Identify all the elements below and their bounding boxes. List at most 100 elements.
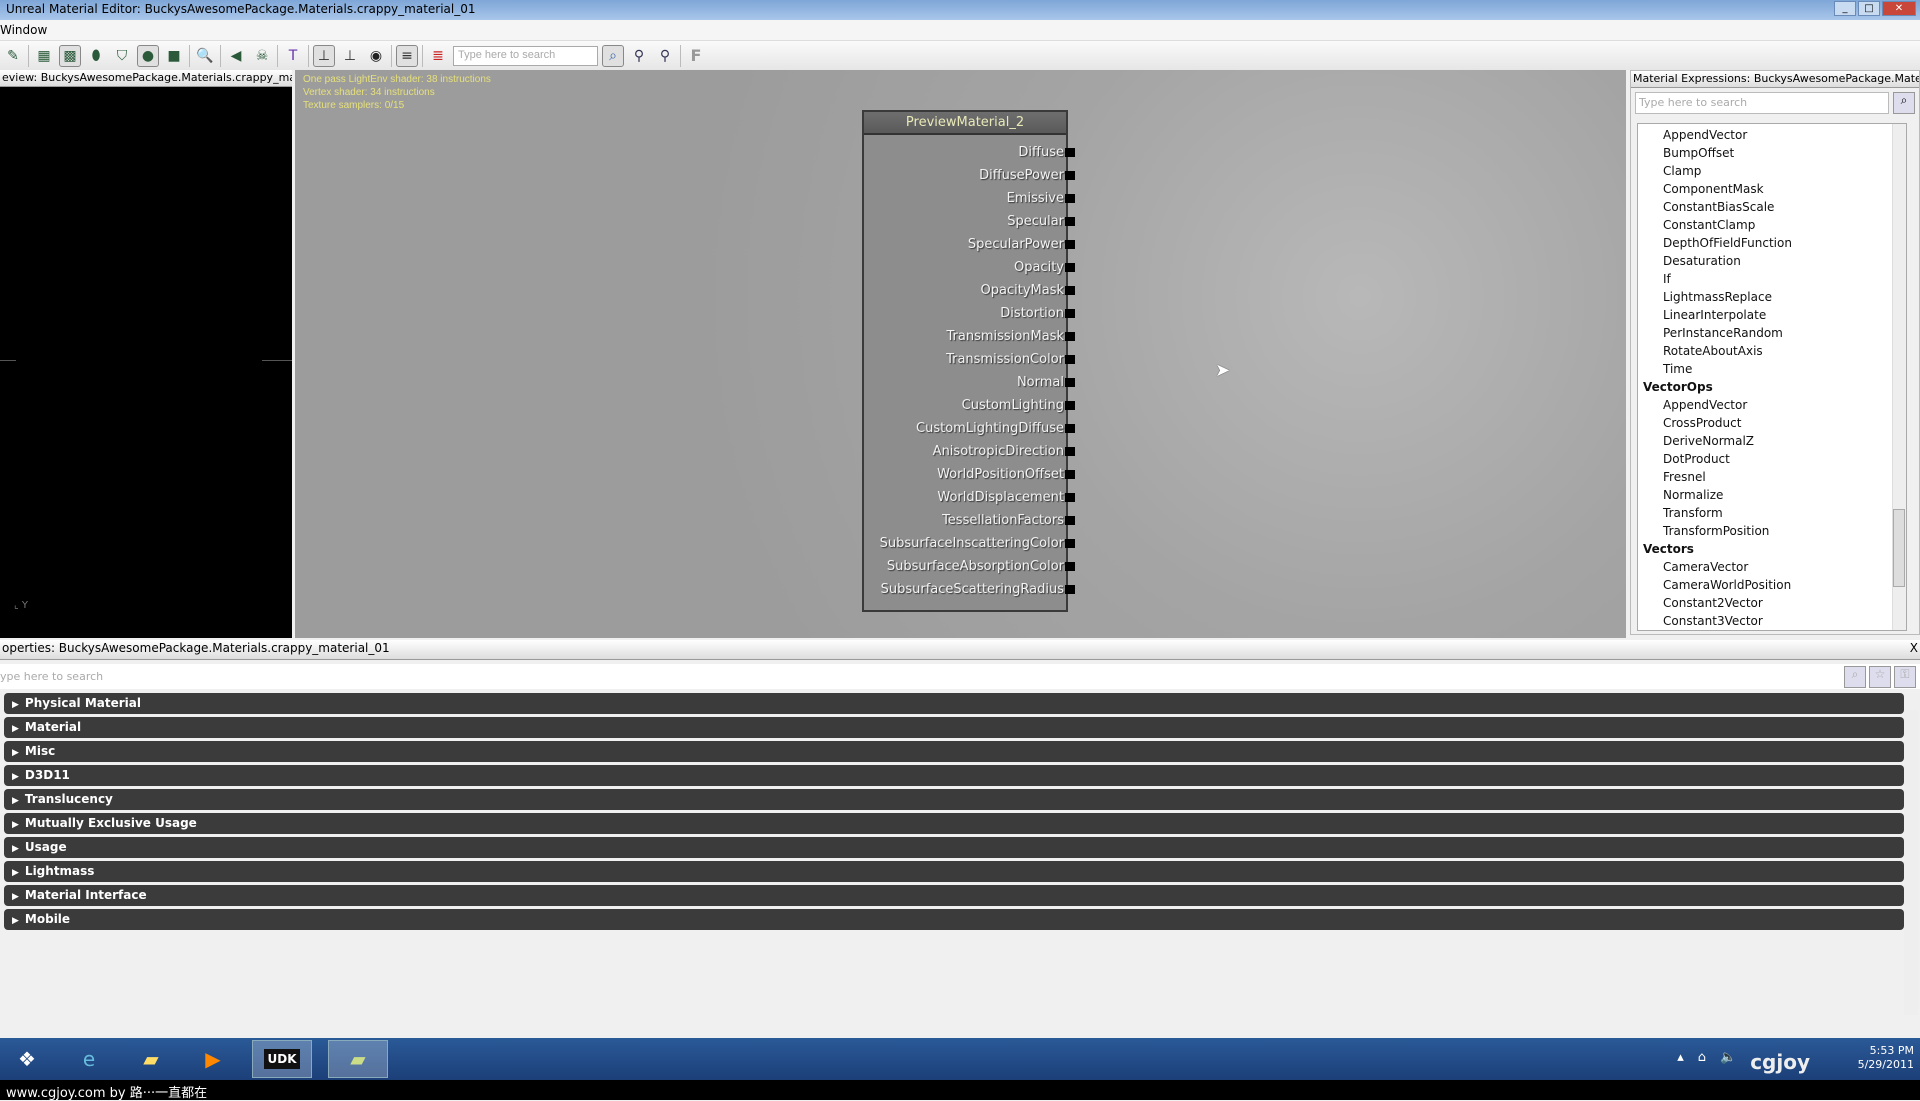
tree-item[interactable]: ConstantBiasScale — [1638, 198, 1906, 216]
input-connector[interactable] — [1065, 286, 1075, 295]
input-connector[interactable] — [1065, 585, 1075, 594]
node-input[interactable]: Emissive — [864, 187, 1075, 210]
volume-icon[interactable]: 🔈 — [1720, 1050, 1736, 1074]
input-connector[interactable] — [1065, 217, 1075, 226]
tree-item[interactable]: DeriveNormalZ — [1638, 432, 1906, 450]
shield-icon[interactable]: ⛉ — [111, 45, 133, 67]
show-hidden-icon[interactable]: ▴ — [1677, 1050, 1684, 1074]
expand-arrow-icon[interactable]: ▶ — [12, 772, 19, 782]
folder-icon[interactable]: ▰ — [128, 1040, 174, 1078]
expressions-tree[interactable]: AppendVector BumpOffset Clamp ComponentMask… — [1637, 123, 1907, 631]
scrollbar[interactable] — [1892, 124, 1906, 630]
property-category[interactable]: ▶ Material — [4, 717, 1904, 738]
expressions-search-input[interactable]: Type here to search — [1635, 92, 1889, 114]
tree-item[interactable]: BumpOffset — [1638, 144, 1906, 162]
search-icon[interactable]: ⌕ — [1893, 92, 1915, 114]
tree-item[interactable]: LinearInterpolate — [1638, 306, 1906, 324]
expand-arrow-icon[interactable]: ▶ — [12, 796, 19, 806]
magnify-icon[interactable]: 🔍 — [194, 45, 216, 67]
toolbar-search-input[interactable]: Type here to search — [453, 45, 598, 66]
node-input[interactable]: Distortion — [864, 302, 1075, 325]
node-input[interactable]: TransmissionMask — [864, 325, 1075, 348]
tree-item[interactable]: RotateAboutAxis — [1638, 342, 1906, 360]
minimize-button[interactable]: _ — [1834, 1, 1856, 16]
input-connector[interactable] — [1065, 401, 1075, 410]
node-input[interactable]: SubsurfaceScatteringRadius — [864, 578, 1075, 601]
node-input[interactable]: SubsurfaceAbsorptionColor — [864, 555, 1075, 578]
input-connector[interactable] — [1065, 447, 1075, 456]
align-icon[interactable]: ≡ — [396, 44, 418, 67]
layout-icon[interactable]: ▦ — [33, 45, 55, 67]
tree-item[interactable]: TransformPosition — [1638, 522, 1906, 540]
close-button[interactable]: ✕ — [1882, 1, 1916, 16]
start-orb-icon[interactable]: ❖ — [4, 1040, 50, 1078]
network-icon[interactable]: ⌂ — [1698, 1050, 1706, 1074]
input-connector[interactable] — [1065, 470, 1075, 479]
lock-icon[interactable]: ⚿ — [1894, 665, 1916, 688]
sphere-icon[interactable]: ● — [137, 44, 159, 67]
property-category[interactable]: ▶ Physical Material — [4, 693, 1904, 714]
tree-item[interactable]: LightmassReplace — [1638, 288, 1906, 306]
tree-item[interactable]: Constant3Vector — [1638, 612, 1906, 630]
tree-item[interactable]: CameraVector — [1638, 558, 1906, 576]
node-title[interactable]: PreviewMaterial_2 — [864, 112, 1066, 135]
expand-arrow-icon[interactable]: ▶ — [12, 844, 19, 854]
properties-close-button[interactable]: X — [1910, 641, 1918, 658]
material-node[interactable]: PreviewMaterial_2 Diffuse DiffusePower Emi… — [862, 110, 1075, 612]
node-input[interactable]: TransmissionColor — [864, 348, 1075, 371]
input-connector[interactable] — [1065, 263, 1075, 272]
tree-item[interactable]: Transform — [1638, 504, 1906, 522]
search-icon[interactable]: ⌕ — [602, 44, 624, 67]
tree-item[interactable]: DepthOfFieldFunction — [1638, 234, 1906, 252]
input-connector[interactable] — [1065, 516, 1075, 525]
input-connector[interactable] — [1065, 194, 1075, 203]
tree-item[interactable]: Normalize — [1638, 486, 1906, 504]
scrollbar-thumb[interactable] — [1893, 509, 1905, 587]
f-button[interactable]: F — [685, 45, 707, 67]
scrollbar[interactable] — [1904, 710, 1918, 1015]
tree-item[interactable]: Desaturation — [1638, 252, 1906, 270]
node-input[interactable]: OpacityMask — [864, 279, 1075, 302]
input-connector[interactable] — [1065, 378, 1075, 387]
property-category[interactable]: ▶ Mobile — [4, 909, 1904, 930]
clock[interactable]: 5:53 PM 5/29/2011 — [1858, 1044, 1914, 1072]
properties-search-input[interactable]: ype here to search — [0, 670, 103, 683]
cylinder-icon[interactable]: ⬮ — [85, 45, 107, 67]
property-category[interactable]: ▶ Lightmass — [4, 861, 1904, 882]
tree-item[interactable]: Constant2Vector — [1638, 594, 1906, 612]
node-input[interactable]: CustomLightingDiffuse — [864, 417, 1075, 440]
input-connector[interactable] — [1065, 171, 1075, 180]
back-arrow-icon[interactable]: ◀ — [225, 45, 247, 67]
node-input[interactable]: Normal — [864, 371, 1075, 394]
input-connector[interactable] — [1065, 562, 1075, 571]
internet-explorer-icon[interactable]: e — [66, 1040, 112, 1078]
search-icon[interactable]: ⌕ — [1844, 665, 1866, 688]
tree-item[interactable]: CameraWorldPosition — [1638, 576, 1906, 594]
expand-arrow-icon[interactable]: ▶ — [12, 916, 19, 926]
media-player-icon[interactable]: ▶ — [190, 1040, 236, 1078]
node-input[interactable]: Specular — [864, 210, 1075, 233]
eye-icon[interactable]: ◉ — [365, 45, 387, 67]
tree-category[interactable]: Vectors — [1638, 540, 1906, 558]
tree-item[interactable]: ConstantClamp — [1638, 216, 1906, 234]
favorites-icon[interactable]: ☆ — [1869, 665, 1891, 688]
input-connector[interactable] — [1065, 539, 1075, 548]
node-input[interactable]: Opacity — [864, 256, 1075, 279]
tree-item[interactable]: Clamp — [1638, 162, 1906, 180]
tree-category[interactable]: VectorOps — [1638, 378, 1906, 396]
material-graph-canvas[interactable]: One pass LightEnv shader: 38 instruction… — [295, 70, 1626, 638]
node-input[interactable]: WorldDisplacement — [864, 486, 1075, 509]
skull-icon[interactable]: ☠ — [251, 45, 273, 67]
binoculars-icon[interactable]: ⚲ — [628, 45, 650, 67]
node-input[interactable]: SpecularPower — [864, 233, 1075, 256]
binoculars-icon[interactable]: ⚲ — [654, 45, 676, 67]
property-category[interactable]: ▶ Misc — [4, 741, 1904, 762]
node-up-icon[interactable]: ⊥ — [313, 44, 335, 67]
property-category[interactable]: ▶ Usage — [4, 837, 1904, 858]
input-connector[interactable] — [1065, 332, 1075, 341]
property-category[interactable]: ▶ Material Interface — [4, 885, 1904, 906]
property-category[interactable]: ▶ Translucency — [4, 789, 1904, 810]
input-connector[interactable] — [1065, 148, 1075, 157]
input-connector[interactable] — [1065, 424, 1075, 433]
pencil-icon[interactable]: ✎ — [2, 45, 24, 67]
